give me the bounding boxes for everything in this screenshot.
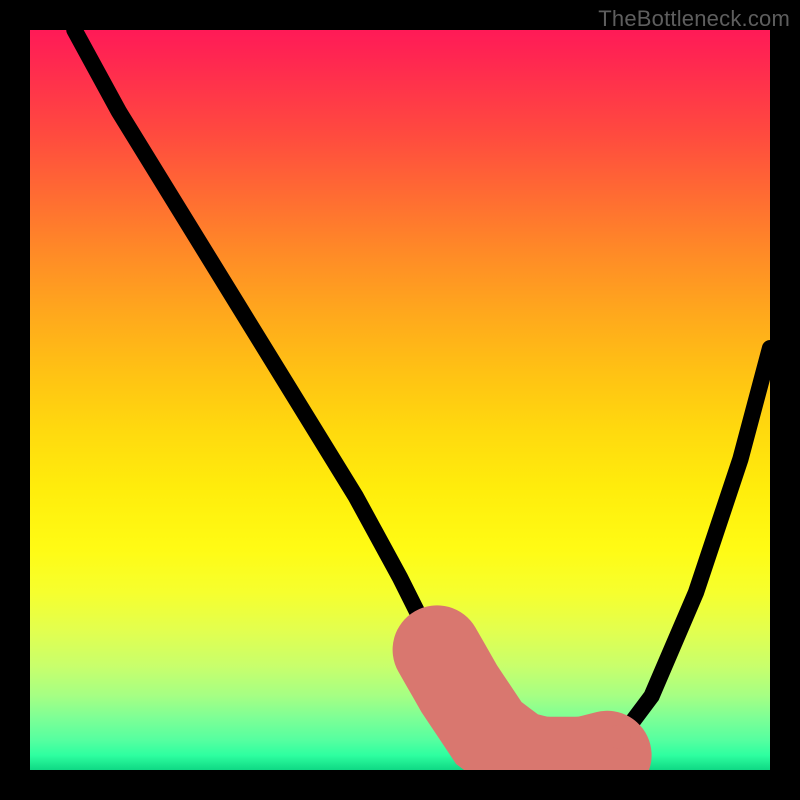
- optimal-region-end-dot: [606, 725, 630, 749]
- optimal-region-marker: [437, 650, 607, 761]
- chart-frame: TheBottleneck.com: [0, 0, 800, 800]
- watermark-label: TheBottleneck.com: [598, 6, 790, 32]
- curve-svg: [30, 30, 770, 770]
- plot-area: [30, 30, 770, 770]
